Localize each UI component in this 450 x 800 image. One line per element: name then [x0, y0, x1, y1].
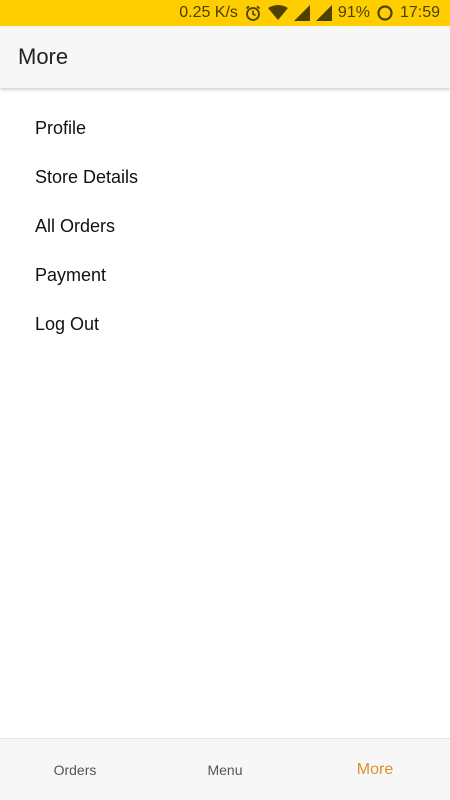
battery-percent: 91%	[337, 4, 370, 21]
menu-item-store-details[interactable]: Store Details	[0, 153, 450, 202]
menu-item-log-out[interactable]: Log Out	[0, 300, 450, 349]
wifi-icon	[267, 5, 288, 21]
app-bar: More	[0, 26, 450, 88]
menu-list: Profile Store Details All Orders Payment…	[0, 104, 450, 349]
menu-item-payment[interactable]: Payment	[0, 251, 450, 300]
menu-item-all-orders[interactable]: All Orders	[0, 202, 450, 251]
tab-more[interactable]: More	[300, 739, 450, 800]
bottom-nav: Orders Menu More	[0, 738, 450, 800]
signal-icon	[293, 5, 310, 21]
alarm-icon	[244, 4, 262, 22]
clock: 17:59	[399, 4, 440, 21]
signal-icon	[315, 5, 332, 21]
tab-orders[interactable]: Orders	[0, 739, 150, 800]
screen: 0.25 K/s 91% 17:59 More Profile Store De…	[0, 0, 450, 800]
page-title: More	[18, 44, 69, 69]
network-speed: 0.25 K/s	[179, 4, 238, 21]
menu-item-profile[interactable]: Profile	[0, 104, 450, 153]
battery-saver-icon	[376, 4, 394, 22]
status-bar: 0.25 K/s 91% 17:59	[0, 0, 450, 26]
tab-menu[interactable]: Menu	[150, 739, 300, 800]
